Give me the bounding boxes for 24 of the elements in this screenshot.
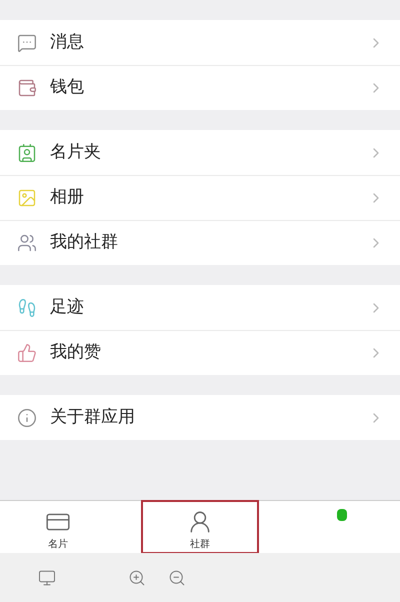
menu-item[interactable]: 钱包 [0,65,400,110]
tab[interactable]: 名片 [0,501,116,553]
menu-label: 我的社群 [50,231,118,254]
menu-item[interactable]: 足迹 [0,285,400,330]
menu-label: 我的赞 [50,341,101,364]
menu-label: 钱包 [50,76,84,100]
menu-item[interactable]: 相册 [0,175,400,220]
menu-item[interactable]: 我的社群 [0,220,400,265]
menu-item[interactable]: 名片夹 [0,130,400,175]
tab-label: 社群 [190,538,210,552]
zoom-out-icon[interactable] [168,568,186,586]
zoom-in-icon[interactable] [128,568,146,586]
menu-item[interactable]: 消息 [0,20,400,65]
tab[interactable]: 社群 [142,501,258,553]
menu-item[interactable]: 关于群应用 [0,395,400,440]
app-icon [337,509,347,521]
menu-label: 足迹 [50,296,84,319]
tab-label: 名片 [48,538,68,552]
screen-icon[interactable] [38,568,56,586]
menu-label: 关于群应用 [50,406,135,429]
menu-item[interactable]: 我的赞 [0,330,400,375]
menu-label: 相册 [50,186,84,210]
menu-label: 消息 [50,30,84,54]
menu-label: 名片夹 [50,140,101,164]
